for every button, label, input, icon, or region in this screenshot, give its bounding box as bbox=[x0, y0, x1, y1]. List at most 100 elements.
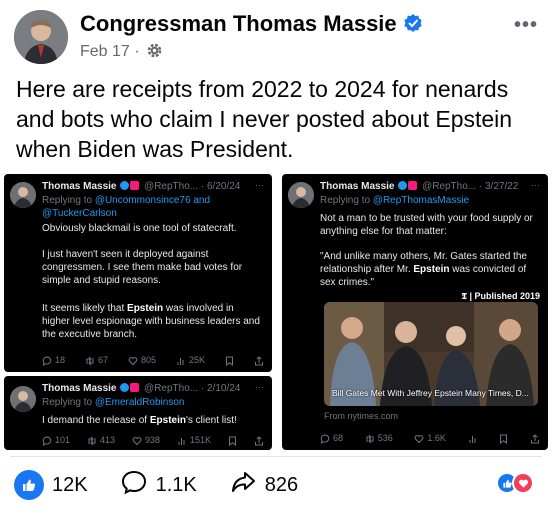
tweet-retweets: 413 bbox=[87, 434, 115, 447]
thumbs-up-icon bbox=[14, 470, 44, 500]
tweet-retweets: 536 bbox=[365, 432, 393, 445]
post-caption: Here are receipts from 2022 to 2024 for … bbox=[16, 76, 513, 162]
author-name[interactable]: Congressman Thomas Massie bbox=[80, 11, 423, 39]
tweet-text-bold: Epstein bbox=[413, 264, 450, 275]
tweet-author-name: Thomas Massie bbox=[320, 181, 395, 192]
tweet-header: Thomas Massie @RepTho... · 6/20/24 bbox=[42, 180, 266, 193]
tweet-replying-to: Replying to @RepThomasMassie bbox=[320, 194, 542, 207]
tweet-actions: 18 67 805 25K bbox=[42, 354, 264, 367]
retweet-count: 536 bbox=[377, 433, 393, 443]
share-icon bbox=[530, 433, 540, 444]
reaction-bar: 12K 1.1K 826 bbox=[14, 468, 540, 502]
nyt-logo-icon: 𝕿 bbox=[461, 292, 467, 302]
tweet-text: "And unlike many others, Mr. Gates start… bbox=[320, 250, 538, 289]
tweet-retweets: 67 bbox=[85, 354, 108, 367]
like-button[interactable]: 12K bbox=[14, 470, 88, 500]
like-count: 938 bbox=[145, 435, 161, 445]
tweet-screenshot-2[interactable]: Thomas Massie @RepTho... · 2/10/24 ··· R… bbox=[4, 376, 272, 450]
avatar[interactable] bbox=[14, 10, 68, 64]
views-icon bbox=[177, 357, 184, 365]
tweet-screenshot-1[interactable]: Thomas Massie @RepTho... · 6/20/24 ··· R… bbox=[4, 174, 272, 372]
tweet-handle: @RepTho... bbox=[144, 383, 199, 394]
article-photo: Bill Gates Met With Jeffrey Epstein Many… bbox=[324, 302, 538, 406]
tweet-likes: 938 bbox=[132, 434, 160, 447]
post-meta: Feb 17 · bbox=[80, 42, 163, 64]
audience-gear-icon[interactable] bbox=[146, 42, 163, 64]
retweet-icon bbox=[86, 356, 94, 365]
view-count: 25K bbox=[189, 355, 206, 365]
tweet-views: 151K bbox=[177, 434, 211, 447]
tweet-text-part: It seems likely that bbox=[42, 303, 128, 314]
flag-icon bbox=[130, 181, 140, 190]
tweet-avatar bbox=[10, 386, 36, 412]
bookmark-icon bbox=[225, 356, 234, 366]
share-icon bbox=[254, 355, 264, 366]
tweet-date: · 6/20/24 bbox=[200, 181, 241, 192]
reply-icon bbox=[42, 355, 52, 366]
comment-count: 1.1K bbox=[155, 473, 197, 496]
reply-icon bbox=[320, 433, 330, 444]
share-button[interactable]: 826 bbox=[229, 468, 298, 502]
tweet-text: I just haven't seen it deployed against … bbox=[42, 249, 243, 286]
author-name-text[interactable]: Congressman Thomas Massie bbox=[80, 11, 397, 36]
share-icon bbox=[254, 435, 264, 446]
retweet-icon bbox=[366, 434, 374, 443]
meta-separator: · bbox=[134, 43, 140, 60]
tweet-actions: 101 413 938 151K bbox=[42, 434, 264, 447]
flag-icon bbox=[408, 181, 418, 190]
tweet-replies: 18 bbox=[42, 354, 65, 367]
more-options-icon[interactable]: ••• bbox=[514, 14, 538, 37]
bookmark-icon bbox=[228, 436, 237, 446]
replying-handles: @EmeraldRobinson bbox=[94, 397, 185, 408]
reaction-summary[interactable] bbox=[496, 472, 534, 494]
tweet-header: Thomas Massie @RepTho... · 3/27/22 bbox=[320, 180, 542, 193]
tweet-text-bold: Epstein bbox=[149, 415, 186, 426]
divider bbox=[10, 456, 542, 457]
like-count: 805 bbox=[141, 355, 157, 365]
replying-prefix: Replying to bbox=[42, 397, 95, 408]
post-header: Congressman Thomas Massie Feb 17 · ••• bbox=[14, 10, 540, 66]
retweet-count: 67 bbox=[98, 355, 109, 365]
tweet-text-part: I demand the release of bbox=[42, 415, 150, 426]
share-arrow-icon bbox=[229, 468, 257, 502]
tweet-date: · 3/27/22 bbox=[478, 181, 519, 192]
tweet-text: It seems likely that Epstein was involve… bbox=[42, 302, 262, 341]
flag-icon bbox=[130, 383, 140, 392]
like-count: 12K bbox=[52, 473, 88, 496]
tweet-more-icon: ··· bbox=[255, 382, 264, 392]
replying-handles: @RepThomasMassie bbox=[372, 195, 470, 206]
heart-icon bbox=[132, 436, 142, 445]
reply-count: 68 bbox=[333, 433, 344, 443]
tweet-author-name: Thomas Massie bbox=[42, 181, 117, 192]
tweet-actions: 68 536 1.6K bbox=[320, 432, 540, 445]
tweet-more-icon: ··· bbox=[255, 180, 264, 190]
comment-button[interactable]: 1.1K bbox=[120, 468, 197, 502]
tweet-replying-to: Replying to @Uncommonsince76 and @Tucker… bbox=[42, 194, 266, 220]
post-date[interactable]: Feb 17 bbox=[80, 43, 130, 60]
tweet-screenshot-3[interactable]: Thomas Massie @RepTho... · 3/27/22 ··· R… bbox=[282, 174, 548, 450]
view-count: 151K bbox=[190, 435, 212, 445]
heart-icon bbox=[128, 356, 138, 365]
retweet-count: 413 bbox=[100, 435, 116, 445]
tweet-text-part: 's client list! bbox=[185, 415, 237, 426]
tweet-likes: 805 bbox=[128, 354, 156, 367]
love-reaction-icon bbox=[512, 472, 534, 494]
tweet-likes: 1.6K bbox=[414, 432, 446, 445]
reply-count: 18 bbox=[55, 355, 66, 365]
tweet-replies: 68 bbox=[320, 432, 343, 445]
post-media[interactable]: Thomas Massie @RepTho... · 6/20/24 ··· R… bbox=[0, 174, 552, 450]
views-icon bbox=[468, 434, 478, 444]
tweet-avatar bbox=[10, 182, 36, 208]
tweet-text: I demand the release of Epstein's client… bbox=[42, 414, 262, 427]
tweet-text-bold: Epstein bbox=[127, 303, 164, 314]
tweet-text: Not a man to be trusted with your food s… bbox=[320, 213, 533, 237]
tweet-avatar bbox=[288, 182, 314, 208]
published-label: Published 2019 bbox=[474, 291, 540, 301]
verified-icon bbox=[120, 181, 130, 190]
views-icon bbox=[178, 437, 185, 445]
heart-icon bbox=[415, 434, 424, 443]
verified-badge-icon bbox=[403, 13, 423, 39]
like-count: 1.6K bbox=[427, 433, 446, 443]
article-photo-caption: Bill Gates Met With Jeffrey Epstein Many… bbox=[332, 388, 529, 398]
bookmark-icon bbox=[499, 434, 508, 444]
